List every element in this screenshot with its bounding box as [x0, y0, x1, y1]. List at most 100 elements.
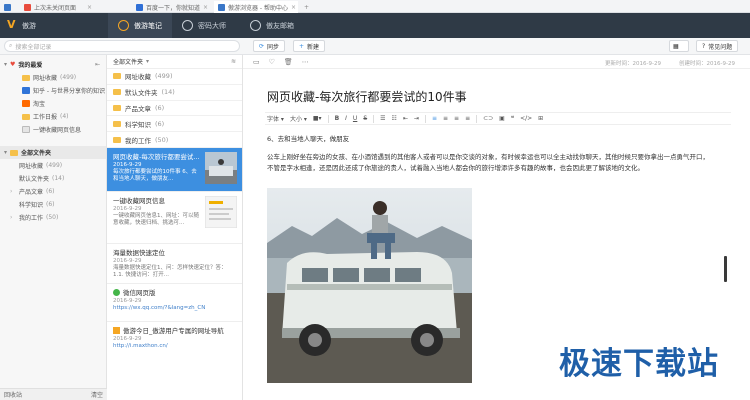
browser-menu-button[interactable] — [0, 1, 18, 13]
new-button[interactable]: + 新建 — [293, 40, 326, 52]
note-snippet: 每次旅行都要尝试的10件事 6、去和当地人聊天，做朋友... — [113, 168, 197, 182]
taobao-icon — [22, 100, 30, 107]
sync-icon: ⟳ — [259, 42, 265, 50]
more-icon[interactable]: ⋯ — [302, 58, 309, 66]
folder-row-count: (499) — [155, 72, 173, 81]
sidebar-folder-label: 产品文章 — [19, 189, 44, 196]
bullet-list-icon[interactable]: ☷ — [392, 115, 397, 122]
note-item[interactable]: 一键收藏网页信息 2016-9-29 一键收藏网页信息1、网址：可以随意收藏，快… — [107, 192, 242, 244]
browser-tab[interactable]: 傲游浏览器 - 帮助中心 × — [214, 1, 298, 13]
close-icon[interactable]: × — [87, 4, 92, 11]
sidebar-item-count: (499) — [60, 74, 77, 81]
note-item-selected[interactable]: 网页收藏-每次旅行都要尝试... 2016-9-29 每次旅行都要尝试的10件事… — [107, 147, 242, 192]
image-icon[interactable]: ▣ — [499, 115, 505, 122]
underline-icon[interactable]: U — [353, 115, 357, 122]
folder-row[interactable]: 默认文件夹 (14) — [107, 85, 242, 101]
recycle-bin-link[interactable]: 回收站 — [4, 390, 22, 399]
favorite-icon[interactable]: ♡ — [269, 58, 275, 66]
strikethrough-icon[interactable]: S — [363, 115, 367, 122]
folder-row-label: 默认文件夹 — [125, 89, 158, 98]
folder-row[interactable]: 科学知识 (6) — [107, 116, 242, 133]
table-icon[interactable]: ⊞ — [538, 115, 543, 122]
sidebar-folder[interactable]: › 我的工作 (50) — [0, 211, 106, 224]
all-folders-header[interactable]: ▾ 全部文件夹 — [0, 146, 106, 159]
align-left-icon[interactable]: ≡ — [432, 115, 437, 122]
note-item[interactable]: 傲游今日_傲游用户专属的网址导航 2016-9-29 http://i.maxt… — [107, 322, 242, 362]
note-title-row: 傲游今日_傲游用户专属的网址导航 — [113, 325, 236, 335]
help-button[interactable]: ? 常见问题 — [696, 40, 739, 52]
content-heading: 6、去和当地人聊天，做朋友 — [267, 135, 350, 143]
note-list-header[interactable]: 全部文件夹 ▾ ≋ — [107, 55, 242, 69]
code-icon[interactable]: </> — [520, 115, 532, 122]
ordered-list-icon[interactable]: ☰ — [380, 115, 385, 122]
zhihu-icon — [22, 87, 30, 94]
sidebar-item-clip[interactable]: 一键收藏网页信息 — [0, 123, 106, 136]
color-icon[interactable]: ■▾ — [313, 115, 322, 122]
outdent-icon[interactable]: ⇤ — [403, 115, 408, 122]
browser-tab[interactable]: 百度一下，你就知道 × — [132, 1, 212, 13]
divider — [327, 114, 329, 123]
note-snippet: 海量数据快速定位1、问：怎样快速定位？答：1.1. 快捷访问：打开... — [113, 264, 227, 278]
folder-row[interactable]: 我的工作 (50) — [107, 132, 242, 148]
font-select[interactable]: 字体 ▾ — [267, 114, 284, 123]
browser-tab[interactable]: 上次未关闭页面 × — [20, 1, 96, 13]
divider — [373, 114, 375, 123]
sidebar-item-label: 淘宝 — [33, 101, 46, 108]
link-icon[interactable]: ⊂⊃ — [483, 115, 493, 122]
size-select[interactable]: 大小 ▾ — [290, 114, 307, 123]
close-icon[interactable]: × — [291, 4, 296, 11]
collapse-icon[interactable]: ⇤ — [95, 61, 100, 68]
tab-notes[interactable]: 傲游笔记 — [108, 13, 172, 38]
sidebar-folder[interactable]: 默认文件夹 (14) — [0, 172, 106, 185]
sidebar-item-bookmarks[interactable]: 网址收藏 (499) — [0, 71, 106, 84]
layers-icon[interactable]: ≋ — [231, 58, 236, 65]
delete-icon[interactable]: 🗑 — [284, 58, 293, 66]
new-tab-button[interactable]: + — [300, 1, 312, 13]
note-date: 2016-9-29 — [113, 335, 142, 342]
align-right-icon[interactable]: ≡ — [454, 115, 459, 122]
grid-icon: ▦ — [673, 42, 679, 50]
fingerprint-icon — [182, 20, 193, 31]
browser-tab-label: 傲游浏览器 - 帮助中心 — [228, 4, 288, 12]
empty-trash-link[interactable]: 清空 — [91, 390, 103, 399]
tab-passwords[interactable]: 密码大师 — [172, 13, 236, 38]
bold-icon[interactable]: B — [335, 115, 340, 122]
sidebar-folder[interactable]: 科学知识 (6) — [0, 198, 106, 211]
sync-button[interactable]: ⟳ 同步 — [253, 40, 286, 52]
note-date: 2016-9-29 — [113, 257, 142, 264]
search-placeholder: 搜索全部记录 — [15, 43, 52, 51]
folder-row[interactable]: 网址收藏 (499) — [107, 69, 242, 85]
sidebar-folder[interactable]: › 产品文章 (6) — [0, 185, 106, 198]
note-item[interactable]: 海量数据快速定位 2016-9-29 海量数据快速定位1、问：怎样快速定位？答：… — [107, 244, 242, 284]
sidebar-folder[interactable]: 网址收藏 (499) — [0, 159, 106, 172]
close-icon[interactable]: × — [203, 4, 208, 11]
favorites-header[interactable]: ▾ ♥ 我的最爱 ⇤ — [0, 58, 106, 71]
sidebar-item-label: 网址收藏 — [33, 75, 58, 82]
tab-mail[interactable]: 傲友邮箱 — [240, 13, 304, 38]
browser-logo-icon — [4, 3, 11, 11]
folder-row[interactable]: 产品文章 (6) — [107, 101, 242, 117]
indent-icon[interactable]: ⇥ — [414, 115, 419, 122]
folder-move-icon[interactable]: ▭ — [253, 58, 260, 66]
quote-icon[interactable]: ❝ — [511, 115, 514, 122]
view-mode-button[interactable]: ▦ — [669, 40, 689, 52]
align-center-icon[interactable]: ≡ — [443, 115, 448, 122]
note-list-panel: 全部文件夹 ▾ ≋ 网址收藏 (499) 默认文件夹 (14) 产品文章 (6) 科学… — [107, 55, 243, 400]
note-title: 傲游今日_傲游用户专属的网址导航 — [123, 326, 224, 335]
scrollbar-thumb[interactable] — [724, 256, 727, 282]
folder-row-label: 网址收藏 — [125, 73, 151, 82]
sidebar-folder-count: (499) — [46, 162, 63, 169]
tab-label: 傲友邮箱 — [266, 21, 294, 30]
sidebar-item-daily-report[interactable]: 工作日报 (4) — [0, 110, 106, 123]
note-item[interactable]: 微信网页版 2016-9-29 https://wx.qq.com/?&lang… — [107, 284, 242, 322]
sidebar: ▾ ♥ 我的最爱 ⇤ 网址收藏 (499) 知乎 - 与世界分享你的知识 淘宝 … — [0, 55, 107, 388]
italic-icon[interactable]: I — [345, 115, 347, 122]
align-justify-icon[interactable]: ≡ — [465, 115, 470, 122]
sidebar-item-taobao[interactable]: 淘宝 — [0, 97, 106, 110]
sidebar-item-zhihu[interactable]: 知乎 - 与世界分享你的知识 — [0, 84, 106, 97]
folder-row-label: 产品文章 — [125, 104, 151, 113]
note-title-heading[interactable]: 网页收藏-每次旅行都要尝试的10件事 — [267, 88, 467, 105]
chevron-down-icon: ▾ — [4, 61, 8, 68]
size-label: 大小 — [289, 116, 302, 123]
search-input[interactable]: ⌕ 搜索全部记录 — [4, 40, 240, 52]
